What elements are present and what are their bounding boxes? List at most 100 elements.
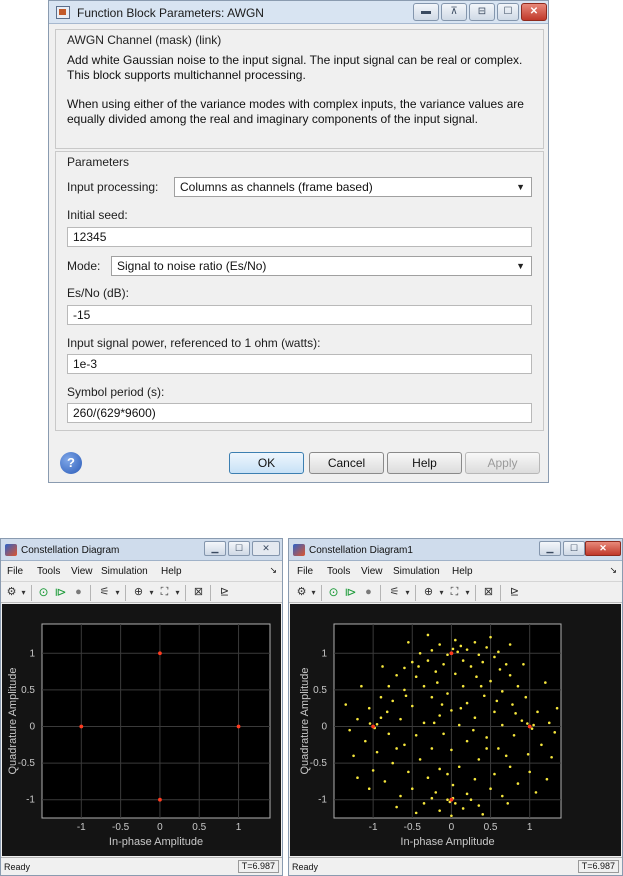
dialog-titlebar[interactable]: Function Block Parameters: AWGN ▬ ⊼ ⊟ ☐ …	[49, 1, 548, 24]
restore-button[interactable]: ⊟	[469, 3, 495, 21]
apply-button[interactable]: Apply	[465, 452, 540, 474]
reference-constellation-point	[158, 651, 162, 656]
menu-view[interactable]: View	[71, 566, 93, 577]
received-symbol-point	[508, 643, 512, 646]
autoscale-icon[interactable]: ⊠	[481, 585, 496, 600]
chevron-down-icon[interactable]: ▾	[148, 585, 155, 600]
step-forward-icon[interactable]: ⧐	[53, 585, 68, 600]
received-symbol-point	[526, 722, 529, 725]
measurements-icon[interactable]: ⊵	[217, 585, 232, 600]
stop-icon[interactable]: ●	[71, 585, 86, 600]
close-button[interactable]: ✕	[585, 541, 621, 556]
received-symbol-point	[395, 805, 398, 809]
autoscale-icon[interactable]: ⊠	[191, 585, 206, 600]
ok-button[interactable]: OK	[229, 452, 304, 474]
undock-button[interactable]: ⊼	[441, 3, 467, 21]
received-symbol-point	[493, 710, 496, 714]
close-button[interactable]: ✕	[252, 541, 280, 556]
step-forward-icon[interactable]: ⧐	[343, 585, 358, 600]
scale-axes-icon[interactable]: ⛶	[447, 585, 462, 600]
menu-file[interactable]: File	[297, 566, 313, 577]
received-symbol-point	[555, 706, 559, 710]
close-button[interactable]: ✕	[521, 3, 547, 21]
received-symbol-point	[475, 675, 478, 679]
mode-select[interactable]: Signal to noise ratio (Es/No) ▼	[111, 256, 532, 276]
esno-field[interactable]: -15	[67, 305, 532, 325]
scope-titlebar[interactable]: Constellation Diagram1 ▁ ☐ ✕	[289, 539, 622, 561]
menu-file[interactable]: File	[7, 566, 23, 577]
maximize-button[interactable]: ☐	[563, 541, 585, 556]
received-symbol-point	[469, 665, 473, 668]
status-text: Ready	[4, 862, 31, 872]
scope-title: Constellation Diagram	[21, 545, 120, 556]
received-symbol-point	[516, 782, 520, 785]
measurements-icon[interactable]: ⊵	[507, 585, 522, 600]
received-symbol-point	[495, 699, 499, 703]
received-symbol-point	[410, 787, 414, 791]
y-tick-label: 0	[321, 721, 327, 732]
gear-icon[interactable]: ⚙	[294, 585, 309, 600]
received-symbol-point	[387, 732, 391, 736]
toolbar-divider	[125, 585, 126, 601]
y-tick-label: -0.5	[18, 758, 36, 769]
received-symbol-point	[454, 638, 457, 642]
maximize-button[interactable]: ☐	[228, 541, 250, 556]
chevron-down-icon[interactable]: ▾	[20, 585, 27, 600]
run-icon[interactable]: ⊙	[326, 585, 341, 600]
maximize-button[interactable]: ☐	[497, 3, 519, 21]
run-icon[interactable]: ⊙	[36, 585, 51, 600]
y-tick-label: 0.5	[313, 685, 327, 696]
menu-help[interactable]: Help	[161, 566, 182, 577]
initial-seed-field[interactable]: 12345	[67, 227, 532, 247]
chevron-down-icon[interactable]: ▾	[464, 585, 471, 600]
pin-icon[interactable]: ↘	[609, 565, 617, 576]
menu-view[interactable]: View	[361, 566, 383, 577]
menu-tools[interactable]: Tools	[37, 566, 60, 577]
input-processing-select[interactable]: Columns as channels (frame based) ▼	[174, 177, 532, 197]
zoom-in-icon[interactable]: ⊕	[421, 585, 436, 600]
menu-simulation[interactable]: Simulation	[101, 566, 148, 577]
chevron-down-icon[interactable]: ▾	[404, 585, 411, 600]
received-symbol-point	[508, 673, 512, 677]
received-symbol-point	[434, 670, 438, 673]
minimize-button[interactable]: ▁	[539, 541, 561, 556]
received-symbol-point	[459, 706, 463, 710]
help-button[interactable]: Help	[387, 452, 462, 474]
received-symbol-point	[536, 710, 539, 714]
menu-tools[interactable]: Tools	[327, 566, 350, 577]
zoom-in-icon[interactable]: ⊕	[131, 585, 146, 600]
chevron-down-icon[interactable]: ▾	[438, 585, 445, 600]
received-symbol-point	[479, 684, 483, 688]
stop-icon[interactable]: ●	[361, 585, 376, 600]
x-tick-label: -1	[369, 822, 378, 833]
menu-simulation[interactable]: Simulation	[393, 566, 440, 577]
chevron-down-icon[interactable]: ▾	[310, 585, 317, 600]
chevron-down-icon[interactable]: ▾	[114, 585, 121, 600]
received-symbol-point	[379, 695, 383, 699]
received-symbol-point	[410, 704, 414, 708]
scope-titlebar[interactable]: Constellation Diagram ▁ ☐ ✕	[1, 539, 282, 561]
highlight-icon[interactable]: ⚟	[387, 585, 402, 600]
scale-axes-icon[interactable]: ⛶	[157, 585, 172, 600]
received-symbol-point	[473, 777, 477, 781]
gear-icon[interactable]: ⚙	[4, 585, 19, 600]
dock-button[interactable]: ▬	[413, 3, 439, 21]
y-tick-label: -1	[26, 795, 35, 806]
scope-title: Constellation Diagram1	[309, 545, 413, 556]
scope-statusbar: Ready T=6.987	[1, 857, 282, 875]
help-icon[interactable]: ?	[60, 452, 82, 474]
mask-title: AWGN Channel (mask) (link)	[67, 33, 222, 47]
menu-help[interactable]: Help	[452, 566, 473, 577]
pin-icon[interactable]: ↘	[269, 565, 277, 576]
simulation-time: T=6.987	[577, 860, 619, 873]
minimize-button[interactable]: ▁	[204, 541, 226, 556]
highlight-icon[interactable]: ⚟	[97, 585, 112, 600]
signal-power-field[interactable]: 1e-3	[67, 354, 532, 374]
simulink-block-icon	[56, 6, 70, 19]
symbol-period-field[interactable]: 260/(629*9600)	[67, 403, 532, 423]
toolbar-divider	[500, 585, 501, 601]
plot-area: -1 -0.5 0 0.5 1 -1 -0.5 0 0.5 1 In-phase Amplitude…	[290, 604, 621, 856]
cancel-button[interactable]: Cancel	[309, 452, 384, 474]
scope-app-icon	[293, 544, 305, 556]
chevron-down-icon[interactable]: ▾	[174, 585, 181, 600]
